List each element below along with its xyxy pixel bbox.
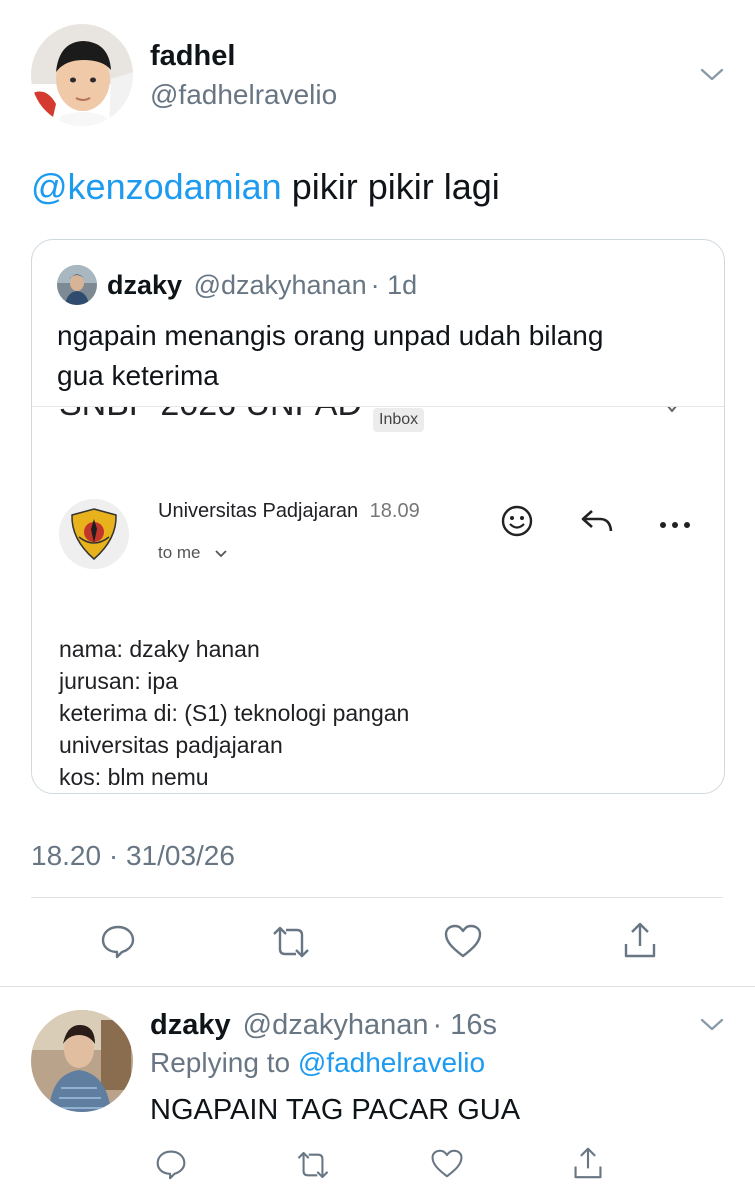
email-body: nama: dzaky hanan jurusan: ipa keterima … xyxy=(59,633,409,793)
heart-icon[interactable] xyxy=(430,1148,464,1179)
email-recipient[interactable]: to me xyxy=(158,543,227,563)
replying-prefix: Replying to xyxy=(150,1047,291,1078)
comment-icon[interactable] xyxy=(100,923,136,959)
reply-text: NGAPAIN TAG PACAR GUA xyxy=(150,1094,521,1126)
email-body-line: jurusan: ipa xyxy=(59,668,178,694)
retweet-icon[interactable] xyxy=(270,925,312,959)
tweet-body: pikir pikir lagi xyxy=(291,166,500,207)
heart-icon[interactable] xyxy=(443,923,483,959)
chevron-down-icon[interactable] xyxy=(700,65,724,85)
email-inbox-badge: Inbox xyxy=(373,408,425,432)
quoted-text-line2: gua keterima xyxy=(57,360,219,391)
email-body-line: kos: blm nemu xyxy=(59,764,209,790)
reply-author-handle[interactable]: @dzakyhanan xyxy=(243,1009,429,1041)
email-star-icon[interactable] xyxy=(660,407,684,415)
replying-to: Replying to @fadhelravelio xyxy=(150,1047,485,1079)
recipient-label: to me xyxy=(158,543,201,562)
divider xyxy=(31,897,723,898)
share-icon[interactable] xyxy=(622,920,658,960)
author-avatar-image xyxy=(31,24,133,126)
reply-header: dzaky @dzakyhanan · 16s xyxy=(150,1009,497,1042)
email-screenshot[interactable]: SNBP 2026 UNPAD Inbox Universitas Padjaj… xyxy=(32,406,724,793)
quoted-time: · 1d xyxy=(370,270,418,300)
replying-handle-link[interactable]: @fadhelravelio xyxy=(298,1047,485,1078)
reply-time: · 16s xyxy=(432,1009,497,1041)
quoted-avatar[interactable] xyxy=(57,265,97,305)
tweet-text: @kenzodamian pikir pikir lagi xyxy=(31,166,500,208)
quoted-author-name[interactable]: dzaky xyxy=(107,270,182,300)
chevron-down-icon[interactable] xyxy=(700,1015,724,1035)
share-icon[interactable] xyxy=(572,1145,604,1181)
quoted-author-handle[interactable]: @dzakyhanan xyxy=(194,270,367,300)
email-body-line: keterima di: (S1) teknologi pangan xyxy=(59,700,410,726)
sender-logo xyxy=(59,499,129,569)
email-sender: Universitas Padjajaran 18.09 xyxy=(158,500,420,523)
email-reply-icon[interactable] xyxy=(580,507,614,535)
author-handle[interactable]: @fadhelravelio xyxy=(150,79,337,111)
author-name[interactable]: fadhel xyxy=(150,40,235,73)
email-body-line: universitas padjajaran xyxy=(59,732,283,758)
reply-author-name[interactable]: dzaky xyxy=(150,1009,231,1041)
reply-avatar[interactable] xyxy=(31,1010,133,1112)
email-more-icon[interactable] xyxy=(658,517,692,528)
quoted-header: dzaky @dzakyhanan · 1d xyxy=(107,270,417,301)
sender-name: Universitas Padjajaran xyxy=(158,500,359,522)
quoted-text-line1: ngapain menangis orang unpad udah bilang xyxy=(57,320,604,351)
author-avatar[interactable] xyxy=(31,24,133,126)
email-body-line: nama: dzaky hanan xyxy=(59,636,260,662)
tweet-timestamp[interactable]: 18.20 · 31/03/26 xyxy=(31,840,235,872)
emoji-reaction-icon[interactable] xyxy=(500,504,534,538)
mention-link[interactable]: @kenzodamian xyxy=(31,166,282,207)
quoted-tweet[interactable]: dzaky @dzakyhanan · 1d ngapain menangis o… xyxy=(31,239,725,794)
recipient-chevron-icon[interactable] xyxy=(215,543,227,563)
sent-time: 18.09 xyxy=(369,500,420,522)
divider xyxy=(0,986,755,987)
comment-icon[interactable] xyxy=(155,1148,187,1180)
email-subject: SNBP 2026 UNPAD xyxy=(59,407,362,424)
retweet-icon[interactable] xyxy=(295,1150,331,1180)
